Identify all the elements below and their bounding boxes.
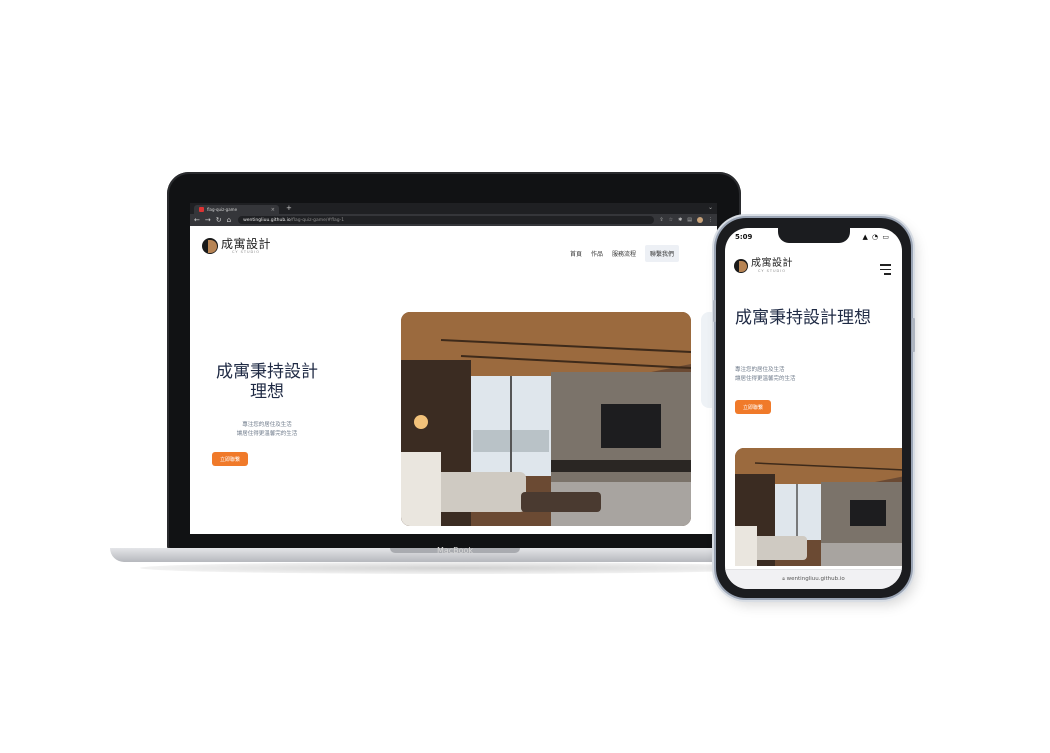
contact-now-button[interactable]: 立即聯繫 [212,452,248,466]
profile-avatar[interactable] [697,217,703,223]
status-time: 5:09 [735,233,753,241]
brand-name: 成寓設計 [751,258,793,269]
mobile-hero-description: 專注您的居住及生活 讓居住得更溫馨完的生活 [735,366,885,384]
tab-title: flag-quiz-game [207,207,238,212]
site-nav: 首頁 作品 服務流程 聯繫我們 [561,245,679,262]
back-icon[interactable]: ← [194,216,200,224]
laptop-screen: flag-quiz-game × + ⌄ ← → ↻ ⌂ wentingliuu… [190,203,717,534]
url-path: /flag-quiz-game/#flag-1 [290,217,345,223]
hero-desc-line: 讓居住得更溫馨完的生活 [236,431,298,437]
menu-icon[interactable]: ⋮ [708,217,713,223]
mobile-contact-now-button[interactable]: 立即聯繫 [735,400,771,414]
bookmark-icon[interactable]: ☆ [669,217,673,223]
extensions-icon[interactable]: ✱ [678,217,682,223]
home-icon[interactable]: ⌂ [227,216,231,224]
phone-notch [778,228,850,243]
laptop-shadow [140,562,780,574]
next-slide-card[interactable] [701,312,717,408]
brand-mark-icon [202,238,218,254]
browser-tab[interactable]: flag-quiz-game × [194,205,279,214]
brand-sub: CY STUDIO [757,269,787,273]
status-icons: ▲ ◔ ▭ [862,233,890,241]
lock-icon: 🔒︎ [782,576,785,582]
url-host: wentingliuu.github.io [243,217,291,223]
hero-desc-line: 專注您的居住及生活 [242,422,292,428]
nav-home[interactable]: 首頁 [570,249,582,258]
brand-name: 成寓設計 [221,237,272,251]
address-bar[interactable]: wentingliuu.github.io/flag-quiz-game/#fl… [238,216,655,224]
reload-icon[interactable]: ↻ [216,216,222,224]
hero-desc-line: 讓居住得更溫馨完的生活 [735,376,796,382]
hero-title: 成寓秉持設計理想 [216,362,318,402]
mobile-url: wentingliuu.github.io [786,576,845,582]
site-logo[interactable]: 成寓設計 CY STUDIO [202,238,271,254]
mobile-living-room-photo [735,448,902,566]
phone-side-button [912,318,915,352]
forward-icon[interactable]: → [205,216,211,224]
phone-volume-button [713,300,716,322]
mobile-site-logo[interactable]: 成寓設計 CY STUDIO [734,258,793,273]
mobile-hero-title: 成寓秉持設計理想 [735,308,871,328]
living-room-illustration [735,448,902,566]
sidebar-icon[interactable]: ▤ [687,217,692,223]
living-room-photo [401,312,691,526]
mobile-address-bar[interactable]: 🔒︎ wentingliuu.github.io [725,569,902,589]
hero-desc-line: 專注您的居住及生活 [735,367,785,373]
brand-mark-icon [734,258,748,273]
browser-tab-strip: flag-quiz-game × + ⌄ [190,203,717,214]
hero-description: 專注您的居住及生活 讓居住得更溫馨完的生活 [212,421,322,439]
window-controls-icon[interactable]: ⌄ [708,204,713,211]
nav-contact[interactable]: 聯繫我們 [644,245,679,262]
device-label: MacBook [436,546,474,555]
phone-screen: 5:09 ▲ ◔ ▭ 成寓設計 CY STUDIO 成寓秉持設計理想 專注您的居… [725,228,902,589]
website: 成寓設計 CY STUDIO 首頁 作品 服務流程 聯繫我們 成寓秉持設計理想 … [190,226,717,534]
browser-toolbar: ← → ↻ ⌂ wentingliuu.github.io/flag-quiz-… [190,214,717,226]
favicon-icon [199,207,204,212]
nav-works[interactable]: 作品 [591,249,603,258]
share-icon[interactable]: ⇪ [659,217,663,223]
nav-process[interactable]: 服務流程 [612,249,636,258]
hamburger-menu-icon[interactable] [880,264,891,278]
living-room-illustration [401,312,691,526]
close-icon[interactable]: × [271,207,275,213]
new-tab-icon[interactable]: + [286,204,292,212]
